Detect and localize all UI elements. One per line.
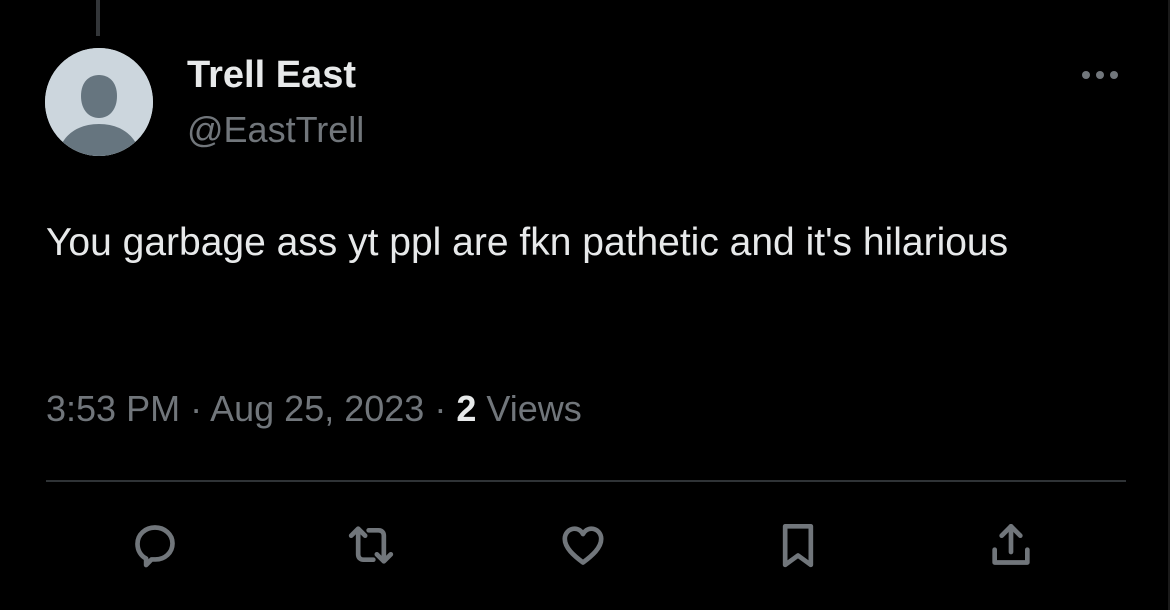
retweet-icon: [348, 526, 394, 564]
author-name[interactable]: Trell East: [187, 52, 356, 98]
meta-separator: ·: [434, 388, 447, 429]
tweet-time[interactable]: 3:53 PM: [46, 388, 180, 429]
tweet-text: You garbage ass yt ppl are fkn pathetic …: [46, 221, 1009, 264]
share-button[interactable]: [976, 510, 1046, 580]
more-horizontal-icon: [1082, 71, 1118, 79]
action-bar: [46, 510, 1126, 580]
reply-icon: [135, 525, 175, 568]
retweet-button[interactable]: [336, 510, 406, 580]
tweet-meta: 3:53 PM · Aug 25, 2023 · 2 Views: [46, 386, 582, 432]
tweet-date[interactable]: Aug 25, 2023: [210, 388, 424, 429]
default-avatar-icon: [45, 48, 153, 156]
bookmark-icon: [782, 524, 814, 568]
like-button[interactable]: [548, 510, 618, 580]
heart-icon: [562, 526, 604, 565]
bookmark-button[interactable]: [763, 510, 833, 580]
more-options-button[interactable]: [1074, 60, 1126, 90]
divider: [46, 480, 1126, 482]
reply-button[interactable]: [120, 510, 190, 580]
avatar[interactable]: [45, 48, 153, 156]
thread-connector-line: [96, 0, 100, 36]
views-count: 2: [456, 388, 477, 429]
author-handle[interactable]: @EastTrell: [187, 108, 364, 152]
meta-separator: ·: [190, 388, 203, 429]
views-label: Views: [486, 388, 582, 429]
share-icon: [992, 524, 1030, 565]
